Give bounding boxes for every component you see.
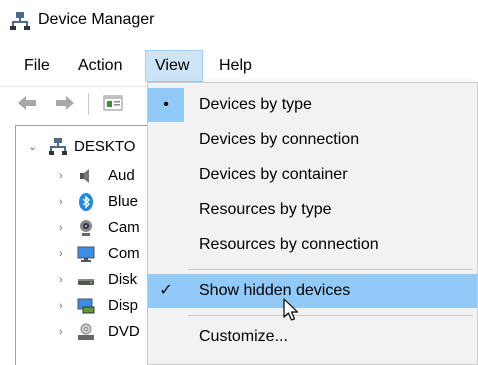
menu-item-label: Resources by connection <box>199 236 379 253</box>
tree-item[interactable]: › DVD <box>16 319 156 345</box>
menu-item-customize[interactable]: Customize... <box>148 320 477 354</box>
menu-item-devices-by-type[interactable]: • Devices by type <box>148 88 477 122</box>
tree-item-label: Blue <box>108 193 139 210</box>
computer-icon <box>49 138 67 155</box>
menu-item-label: Customize... <box>199 328 288 345</box>
forward-arrow-icon[interactable] <box>54 93 76 113</box>
chevron-right-icon[interactable]: › <box>59 293 69 319</box>
menu-item-resources-by-type[interactable]: Resources by type <box>148 193 477 227</box>
tree-item-label: Disk <box>108 271 138 288</box>
chevron-right-icon[interactable]: › <box>59 163 69 189</box>
menu-action[interactable]: Action <box>69 50 131 82</box>
tree-item[interactable]: › Cam <box>16 215 156 241</box>
tree-item-label: Com <box>108 245 140 262</box>
device-manager-icon <box>10 12 30 30</box>
checkmark-icon: ✓ <box>159 282 173 299</box>
tree-item-label: Cam <box>108 219 140 236</box>
device-manager-window: Device Manager File Action View Help ⌄ D… <box>0 0 478 365</box>
mouse-pointer-icon <box>283 298 299 321</box>
menu-item-devices-by-connection[interactable]: Devices by connection <box>148 123 477 157</box>
menu-item-label: Devices by connection <box>199 131 360 148</box>
menu-separator <box>188 315 473 316</box>
menu-item-label: Show hidden devices <box>199 282 351 299</box>
menu-help[interactable]: Help <box>210 50 261 82</box>
menu-file[interactable]: File <box>15 50 59 82</box>
speaker-icon <box>80 169 89 183</box>
monitor-icon <box>77 246 95 262</box>
menu-item-label: Resources by type <box>199 201 332 218</box>
back-arrow-icon[interactable] <box>16 93 38 113</box>
menu-item-label: Devices by container <box>199 166 348 183</box>
tree-root-label: DESKTO <box>74 138 136 155</box>
tree-item-label: DVD <box>108 323 140 340</box>
tree-item[interactable]: › Com <box>16 241 156 267</box>
chevron-right-icon[interactable]: › <box>59 241 69 267</box>
bluetooth-icon <box>79 193 93 211</box>
toolbar-separator <box>88 93 89 115</box>
menu-view[interactable]: View <box>145 50 203 82</box>
menu-item-devices-by-container[interactable]: Devices by container <box>148 158 477 192</box>
tree-item-label: Aud <box>108 167 135 184</box>
radio-bullet-icon: • <box>148 88 184 122</box>
menu-item-label: Devices by type <box>199 96 312 113</box>
disk-drive-icon <box>78 279 94 285</box>
chevron-down-icon[interactable]: ⌄ <box>28 134 38 160</box>
properties-icon[interactable] <box>102 93 124 113</box>
chevron-right-icon[interactable]: › <box>59 215 69 241</box>
tree-root[interactable]: ⌄ DESKTO <box>16 134 156 160</box>
tree-item[interactable]: › Disk <box>16 267 156 293</box>
dvd-drive-icon <box>78 323 94 340</box>
tree-item-label: Disp <box>108 297 139 314</box>
chevron-right-icon[interactable]: › <box>59 267 69 293</box>
chevron-right-icon[interactable]: › <box>59 319 69 345</box>
title-bar: Device Manager <box>0 0 478 44</box>
menu-bar: File Action View Help <box>0 50 478 82</box>
window-title: Device Manager <box>38 11 155 28</box>
menu-item-resources-by-connection[interactable]: Resources by connection <box>148 228 477 262</box>
webcam-icon <box>80 220 92 236</box>
menu-separator <box>188 269 473 270</box>
chevron-right-icon[interactable]: › <box>59 189 69 215</box>
view-menu-dropdown: • Devices by type Devices by connection … <box>147 82 478 365</box>
tree-item[interactable]: › Disp <box>16 293 156 319</box>
tree-item[interactable]: › Blue <box>16 189 156 215</box>
display-adapter-icon <box>77 298 95 314</box>
menu-item-show-hidden-devices[interactable]: ✓ Show hidden devices <box>148 274 477 308</box>
tree-item[interactable]: › Aud <box>16 163 156 189</box>
